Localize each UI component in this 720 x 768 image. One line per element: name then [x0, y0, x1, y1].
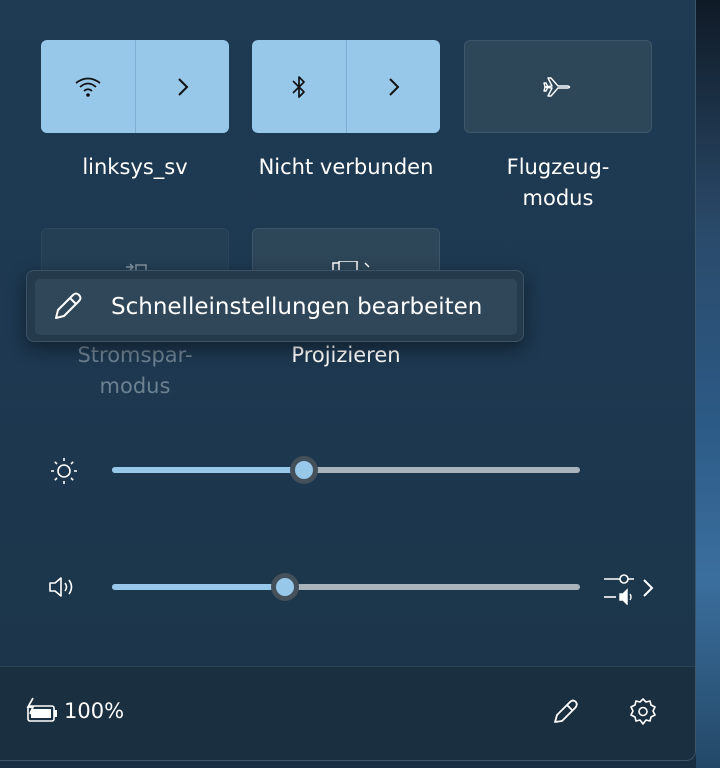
bluetooth-expand-button[interactable]: [346, 40, 440, 133]
brightness-slider-thumb[interactable]: [289, 456, 318, 484]
bluetooth-toggle[interactable]: [252, 40, 345, 133]
pencil-icon: [55, 292, 82, 319]
bluetooth-tile-label: Nicht verbunden: [258, 155, 434, 179]
bluetooth-icon: [291, 75, 305, 98]
battery-saver-label-line2: modus: [99, 374, 171, 398]
battery-saver-label-line1: Stromspar-: [77, 343, 193, 367]
chevron-right-icon: [177, 77, 188, 96]
chevron-right-icon: [388, 77, 399, 96]
volume-slider-fill: [112, 584, 286, 590]
battery-percentage[interactable]: 100%: [64, 699, 124, 723]
wifi-expand-button[interactable]: [135, 40, 229, 133]
edit-quick-settings-menu-item[interactable]: Schnelleinstellungen bearbeiten: [35, 279, 517, 335]
desktop-background: [696, 0, 720, 768]
gear-icon[interactable]: [628, 697, 658, 727]
sun-icon: [51, 458, 77, 484]
project-tile-label: Projizieren: [291, 343, 401, 367]
brightness-slider-fill: [112, 467, 304, 473]
quick-settings-footer: 100%: [0, 666, 695, 760]
edit-quick-settings-label: Schnelleinstellungen bearbeiten: [111, 294, 483, 320]
wifi-icon: [74, 77, 101, 97]
wifi-toggle[interactable]: [41, 40, 134, 133]
quick-settings-panel: linksys_sv Nicht verbunden Flugzeug- mod…: [0, 0, 696, 761]
volume-slider[interactable]: [112, 573, 580, 601]
airplane-mode-tile[interactable]: [464, 40, 652, 133]
volume-slider-thumb[interactable]: [271, 573, 300, 601]
airplane-icon: [543, 76, 571, 97]
context-menu: Schnelleinstellungen bearbeiten: [26, 270, 524, 342]
wifi-tile[interactable]: [41, 40, 229, 133]
battery-charging-icon[interactable]: [24, 697, 60, 725]
brightness-slider[interactable]: [112, 456, 580, 484]
speaker-icon[interactable]: [48, 574, 78, 600]
volume-mixer-icon[interactable]: [602, 571, 658, 605]
pencil-icon[interactable]: [550, 697, 580, 727]
bluetooth-tile[interactable]: [252, 40, 440, 133]
battery-saver-tile-label: Stromspar- modus: [41, 340, 229, 402]
airplane-label-line2: modus: [522, 186, 594, 210]
airplane-label-line1: Flugzeug-: [506, 155, 610, 179]
airplane-mode-tile-label: Flugzeug- modus: [464, 152, 652, 214]
brightness-slider-row: [0, 450, 695, 490]
volume-slider-row: [0, 567, 695, 607]
wifi-tile-label: linksys_sv: [82, 155, 188, 179]
